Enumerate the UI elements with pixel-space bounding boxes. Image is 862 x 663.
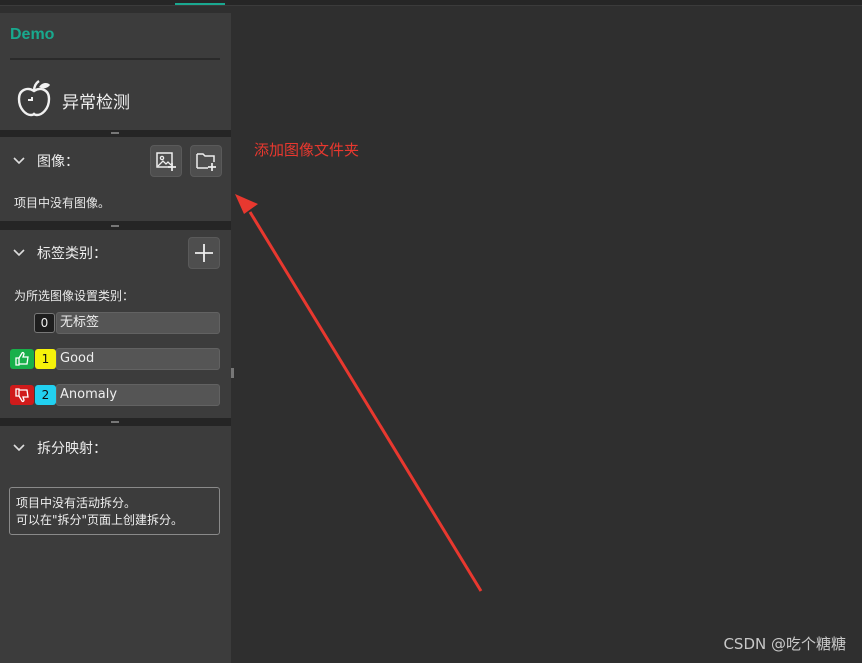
labels-hint: 为所选图像设置类别：: [14, 289, 135, 303]
label-index-badge: 0: [34, 313, 55, 333]
split-info-line: 可以在"拆分"页面上创建拆分。: [16, 513, 184, 527]
add-folder-icon: [196, 153, 216, 171]
label-index-badge: 1: [35, 349, 56, 369]
chevron-down-icon[interactable]: [12, 156, 26, 166]
labels-panel: 标签类别： 为所选图像设置类别： 0 无标签 1 Good 2 Anomaly: [0, 230, 231, 418]
app-title: 异常检测: [62, 93, 130, 113]
active-tab-indicator: [175, 3, 225, 5]
split-panel: 拆分映射： 项目中没有活动拆分。 可以在"拆分"页面上创建拆分。: [0, 426, 231, 663]
add-image-icon: [156, 152, 176, 171]
header-divider: [10, 58, 220, 60]
thumbs-down-icon[interactable]: [10, 385, 34, 405]
watermark: CSDN @吃个糖糖: [723, 635, 846, 653]
images-empty-text: 项目中没有图像。: [14, 196, 111, 210]
label-item-1[interactable]: 1 Good: [10, 348, 220, 370]
splitter-handle[interactable]: [111, 132, 119, 134]
sidebar: Demo 异常检测 图像： 项目中没有图像。 标签类别： 为所选图像设置类别： …: [0, 13, 231, 663]
plus-icon: [195, 244, 213, 262]
label-item-0[interactable]: 0 无标签: [10, 312, 220, 334]
labels-title: 标签类别：: [37, 246, 107, 262]
top-tab-bar: [0, 0, 862, 6]
label-name-field[interactable]: 无标签: [56, 312, 220, 334]
annotation-text: 添加图像文件夹: [254, 141, 360, 159]
thumbs-up-icon[interactable]: [10, 349, 34, 369]
label-item-2[interactable]: 2 Anomaly: [10, 384, 220, 406]
split-info-line: 项目中没有活动拆分。: [16, 496, 137, 510]
splitter-handle[interactable]: [111, 421, 119, 423]
add-label-button[interactable]: [188, 237, 220, 269]
chevron-down-icon[interactable]: [12, 443, 26, 453]
apple-icon: [17, 80, 51, 117]
label-index-badge: 2: [35, 385, 56, 405]
label-name-field[interactable]: Good: [56, 348, 220, 370]
project-name: Demo: [10, 26, 55, 43]
arrow-annotation: [235, 194, 483, 592]
add-folder-button[interactable]: [190, 145, 222, 177]
label-name-field[interactable]: Anomaly: [56, 384, 220, 406]
images-panel: 图像： 项目中没有图像。: [0, 137, 231, 221]
splitter-handle[interactable]: [111, 225, 119, 227]
chevron-down-icon[interactable]: [12, 248, 26, 258]
split-title: 拆分映射：: [37, 441, 107, 457]
images-title: 图像：: [37, 154, 79, 170]
split-info-box: 项目中没有活动拆分。 可以在"拆分"页面上创建拆分。: [9, 487, 220, 535]
project-header: Demo 异常检测: [0, 13, 231, 130]
add-image-button[interactable]: [150, 145, 182, 177]
